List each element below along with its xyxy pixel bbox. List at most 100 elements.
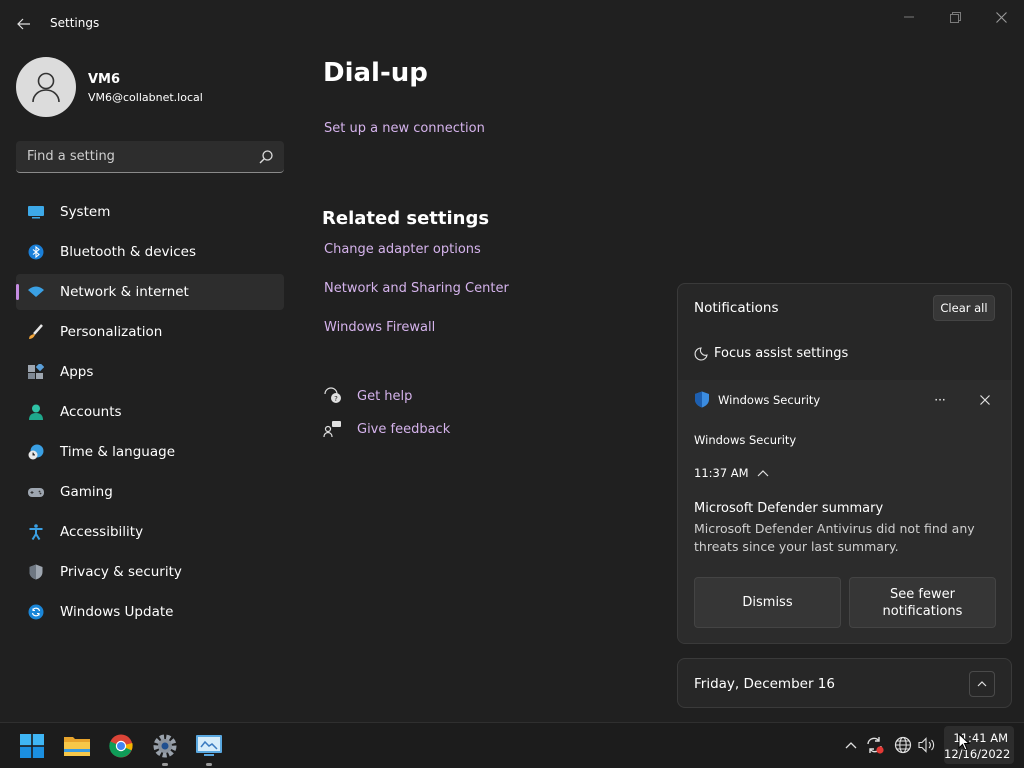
update-icon: [28, 604, 44, 620]
sidebar-item-label: Windows Update: [60, 604, 174, 620]
focus-assist-settings-link[interactable]: Focus assist settings: [694, 346, 848, 361]
app-title: Settings: [50, 16, 100, 30]
search-input[interactable]: [16, 141, 252, 172]
setup-connection-link[interactable]: Set up a new connection: [324, 121, 485, 136]
speaker-icon: [918, 737, 935, 753]
user-email: VM6@collabnet.local: [88, 91, 203, 104]
change-adapter-options-link[interactable]: Change adapter options: [324, 242, 481, 257]
chrome-button[interactable]: [105, 730, 137, 762]
control-panel-button[interactable]: [193, 730, 225, 766]
restore-icon: [949, 11, 961, 23]
mouse-cursor-icon: [958, 733, 970, 751]
minimize-button[interactable]: [886, 4, 932, 30]
toast-source: Windows Security: [694, 433, 797, 447]
title-bar: Settings: [0, 0, 1024, 48]
chrome-icon: [109, 734, 133, 758]
chevron-up-icon: [757, 470, 769, 477]
close-icon: [995, 11, 1007, 23]
sidebar-item-system[interactable]: System: [16, 194, 284, 230]
sidebar-item-gaming[interactable]: Gaming: [16, 474, 284, 510]
sidebar-item-label: Gaming: [60, 484, 113, 500]
start-button[interactable]: [16, 730, 48, 762]
settings-app-button[interactable]: [149, 730, 181, 766]
chevron-up-icon: [977, 681, 987, 687]
restore-button[interactable]: [932, 4, 978, 30]
running-indicator: [206, 763, 212, 766]
dismiss-button[interactable]: Dismiss: [694, 577, 841, 628]
sidebar-item-label: Accessibility: [60, 524, 144, 540]
sidebar-item-bluetooth[interactable]: Bluetooth & devices: [16, 234, 284, 270]
file-explorer-icon: [64, 737, 90, 756]
clock-time: 11:41 AM: [953, 731, 1008, 745]
taskbar: 11:41 AM 12/16/2022: [0, 722, 1024, 768]
page-title: Dial-up: [323, 58, 428, 88]
back-button[interactable]: [10, 12, 38, 36]
system-icon: [28, 206, 44, 219]
show-hidden-icons-button[interactable]: [841, 735, 861, 755]
sidebar-item-windows-update[interactable]: Windows Update: [16, 594, 284, 630]
start-icon: [20, 734, 44, 758]
calendar-panel: Friday, December 16: [677, 658, 1012, 708]
notification-toast[interactable]: Windows Security ··· Windows Security 11…: [678, 380, 1011, 643]
sidebar-item-personalization[interactable]: Personalization: [16, 314, 284, 350]
sidebar-item-label: Time & language: [60, 444, 176, 460]
accounts-icon: [29, 404, 43, 420]
user-icon: [32, 72, 60, 103]
network-tray-button[interactable]: [893, 735, 913, 755]
close-icon: [980, 395, 990, 405]
minimize-icon: [904, 16, 914, 18]
gamepad-icon: [28, 488, 44, 497]
sidebar-item-label: System: [60, 204, 111, 220]
file-explorer-button[interactable]: [61, 730, 93, 762]
sidebar-item-privacy[interactable]: Privacy & security: [16, 554, 284, 590]
accessibility-icon: [29, 524, 43, 540]
more-options-button[interactable]: ···: [929, 390, 951, 410]
network-sharing-center-link[interactable]: Network and Sharing Center: [324, 281, 509, 296]
notification-center: Notifications Clear all Focus assist set…: [677, 283, 1012, 644]
sync-tray-button[interactable]: [865, 735, 885, 755]
user-name: VM6: [88, 72, 121, 87]
toast-title: Microsoft Defender summary: [694, 501, 884, 516]
chevron-up-icon: [845, 742, 857, 749]
sidebar-item-label: Privacy & security: [60, 564, 182, 580]
toast-body: Microsoft Defender Antivirus did not fin…: [694, 521, 975, 554]
see-fewer-notifications-button[interactable]: See fewer notifications: [849, 577, 996, 628]
sidebar-item-label: Personalization: [60, 324, 163, 340]
notifications-heading: Notifications: [694, 300, 779, 316]
give-feedback-link[interactable]: Give feedback: [323, 420, 450, 438]
sidebar-nav: System Bluetooth & devices Network & int…: [16, 194, 284, 634]
sidebar-item-time-language[interactable]: Time & language: [16, 434, 284, 470]
volume-tray-button[interactable]: [917, 735, 937, 755]
help-icon: ?: [324, 387, 341, 403]
sidebar-item-accessibility[interactable]: Accessibility: [16, 514, 284, 550]
toast-time: 11:37 AM: [694, 466, 749, 480]
running-indicator: [162, 763, 168, 766]
search-icon[interactable]: [258, 149, 274, 165]
taskbar-clock[interactable]: 11:41 AM 12/16/2022: [944, 726, 1014, 764]
get-help-link[interactable]: ? Get help: [323, 387, 412, 405]
globe-icon: [894, 736, 912, 754]
windows-firewall-link[interactable]: Windows Firewall: [324, 320, 435, 335]
clear-all-button[interactable]: Clear all: [933, 295, 995, 321]
toast-time-row[interactable]: 11:37 AM: [694, 466, 769, 480]
sidebar-item-label: Apps: [60, 364, 94, 380]
avatar[interactable]: [16, 57, 76, 117]
toast-close-button[interactable]: [975, 390, 995, 410]
sync-error-icon: [867, 737, 884, 754]
calendar-expand-button[interactable]: [969, 671, 995, 697]
shield-icon: [29, 564, 43, 580]
control-panel-icon: [196, 735, 222, 756]
calendar-date: Friday, December 16: [694, 676, 835, 692]
sidebar-item-network[interactable]: Network & internet: [16, 274, 284, 310]
get-help-label: Get help: [357, 388, 413, 404]
related-settings-heading: Related settings: [322, 208, 490, 229]
sidebar-item-accounts[interactable]: Accounts: [16, 394, 284, 430]
settings-icon: [153, 734, 177, 758]
toast-app-header: Windows Security: [694, 391, 820, 408]
close-button[interactable]: [978, 4, 1024, 30]
search-box: [16, 141, 284, 173]
windows-security-shield-icon: [695, 391, 709, 408]
apps-icon: [28, 364, 44, 379]
sidebar-item-apps[interactable]: Apps: [16, 354, 284, 390]
sidebar-item-label: Bluetooth & devices: [60, 244, 197, 260]
